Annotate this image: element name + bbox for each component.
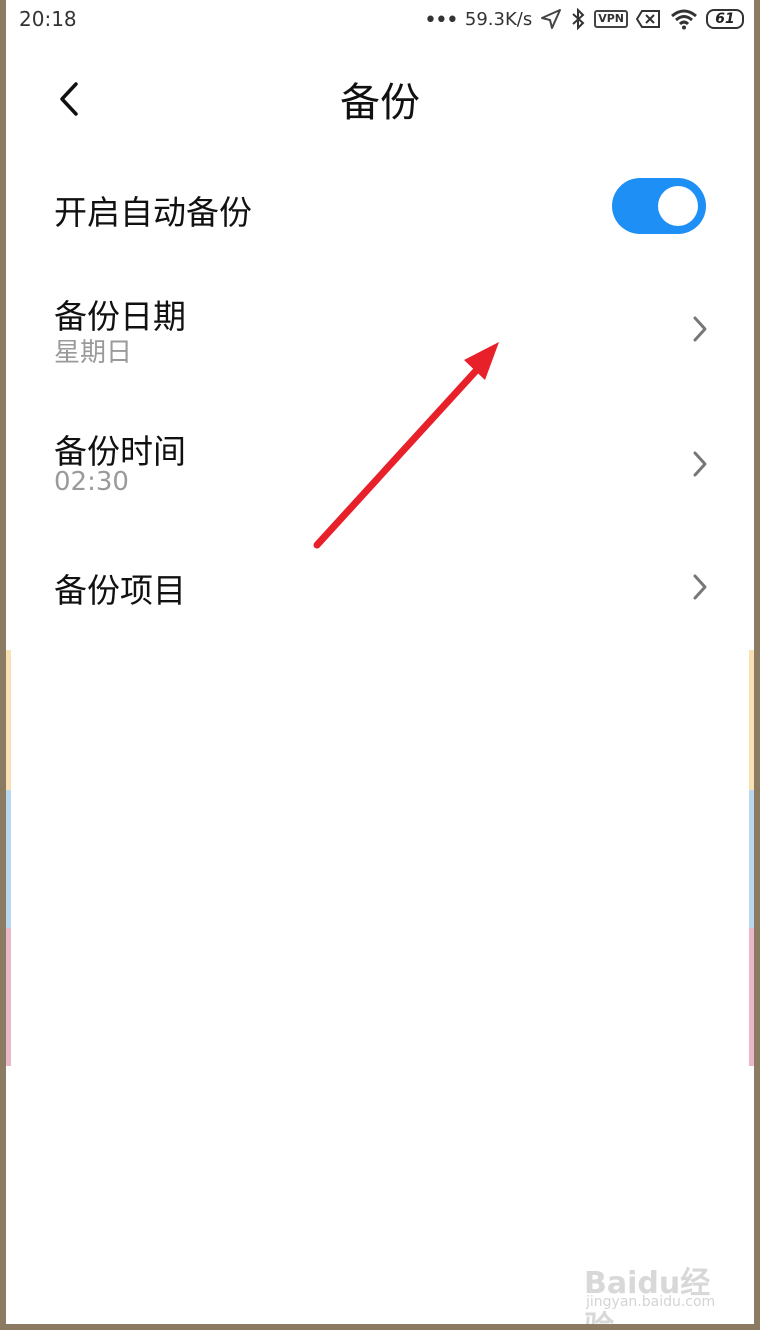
- watermark-url: jingyan.baidu.com: [586, 1294, 716, 1310]
- watermark-logo: Baidu经验: [584, 1266, 711, 1324]
- annotation-arrow: [313, 342, 499, 549]
- baidu-watermark: Baidu经验 jingyan.baidu.com: [584, 1258, 734, 1324]
- screen: 20:18 ••• 59.3K/s VPN 61 备份 开启自动备份 备份日期 …: [6, 0, 754, 1324]
